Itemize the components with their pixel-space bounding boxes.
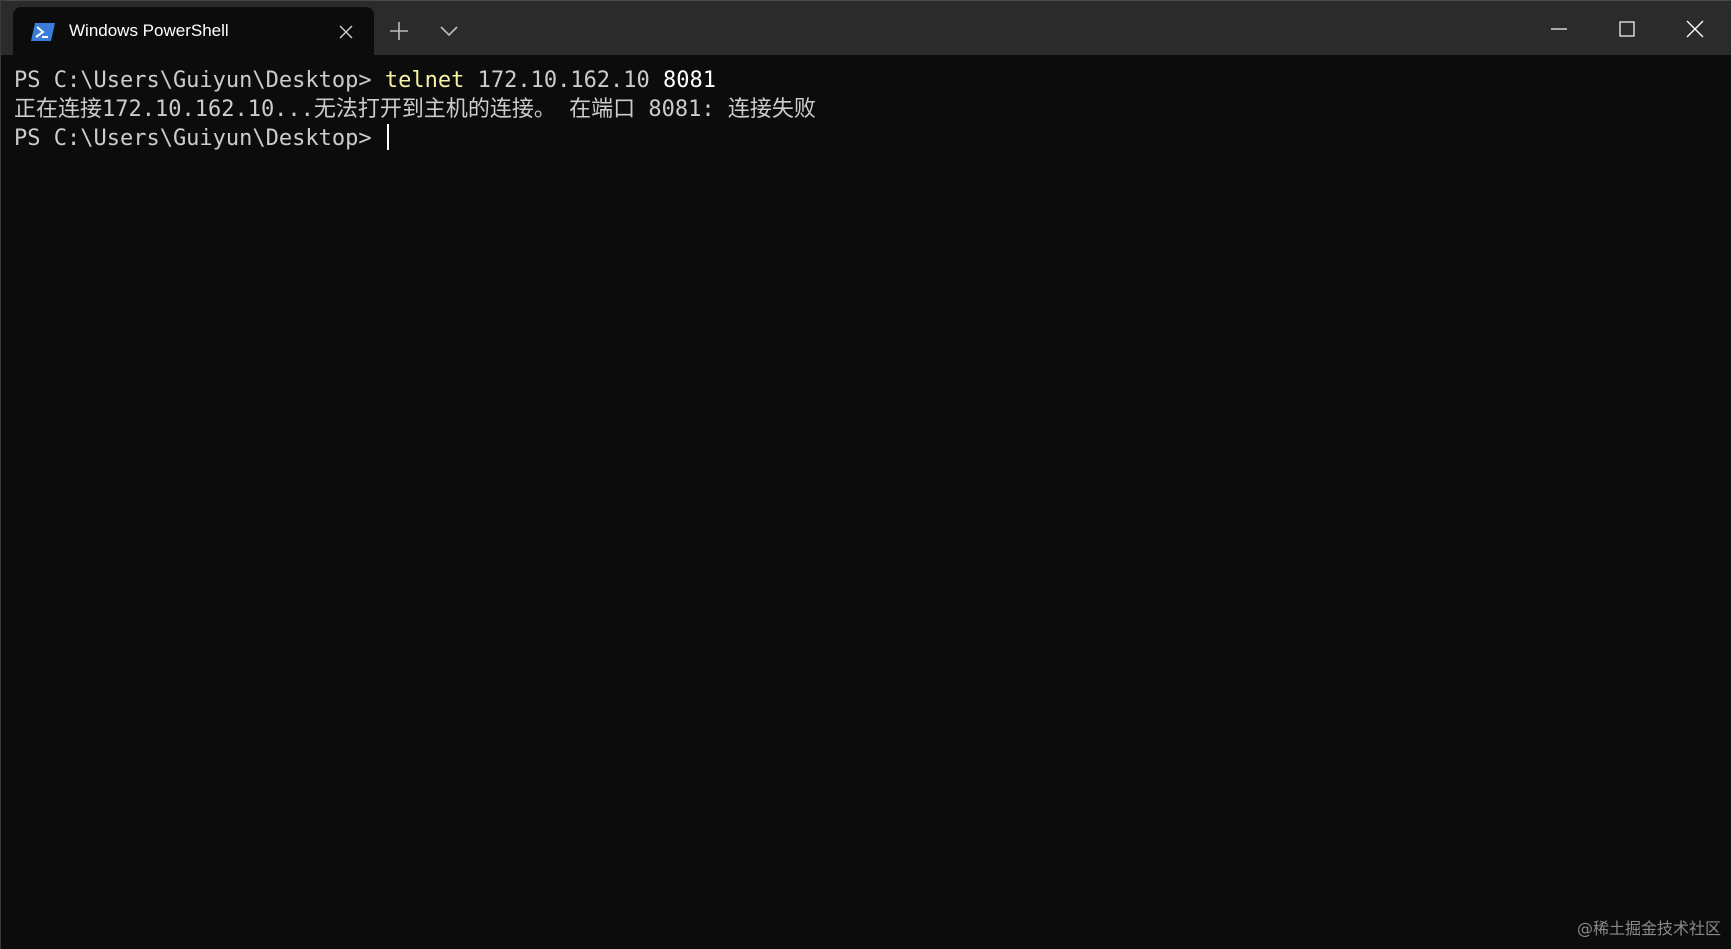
command-name: telnet [384, 68, 465, 93]
maximize-button[interactable] [1593, 1, 1661, 56]
terminal-window: Windows PowerShell PS C:\Users\Guiyun\De… [0, 0, 1731, 949]
minimize-icon [1551, 28, 1567, 30]
minimize-button[interactable] [1525, 1, 1593, 56]
command-port-arg: 8081 [663, 68, 717, 93]
new-tab-button[interactable] [383, 15, 415, 47]
title-bar: Windows PowerShell [1, 0, 1731, 56]
tab-close-icon[interactable] [336, 22, 356, 42]
powershell-icon [31, 22, 55, 42]
prompt: PS C:\Users\Guiyun\Desktop> [14, 126, 385, 151]
plus-icon [390, 22, 408, 40]
close-button[interactable] [1661, 1, 1731, 56]
terminal-output[interactable]: PS C:\Users\Guiyun\Desktop> telnet 172.1… [14, 66, 1714, 926]
tab-dropdown-button[interactable] [433, 15, 465, 47]
terminal-line-prompt: PS C:\Users\Guiyun\Desktop> [14, 124, 1714, 153]
watermark: @稀土掘金技术社区 [1576, 919, 1721, 938]
tab-powershell[interactable]: Windows PowerShell [13, 7, 374, 56]
chevron-down-icon [440, 26, 458, 37]
prompt: PS C:\Users\Guiyun\Desktop> [14, 68, 385, 93]
maximize-icon [1619, 21, 1635, 37]
command-host-arg: 172.10.162.10 [464, 68, 664, 93]
tab-title: Windows PowerShell [69, 21, 229, 40]
text-cursor [386, 124, 389, 150]
close-icon [1686, 20, 1704, 38]
terminal-line-output: 正在连接172.10.162.10...无法打开到主机的连接。 在端口 8081… [14, 97, 816, 122]
terminal-line-command: PS C:\Users\Guiyun\Desktop> telnet 172.1… [14, 66, 1714, 95]
